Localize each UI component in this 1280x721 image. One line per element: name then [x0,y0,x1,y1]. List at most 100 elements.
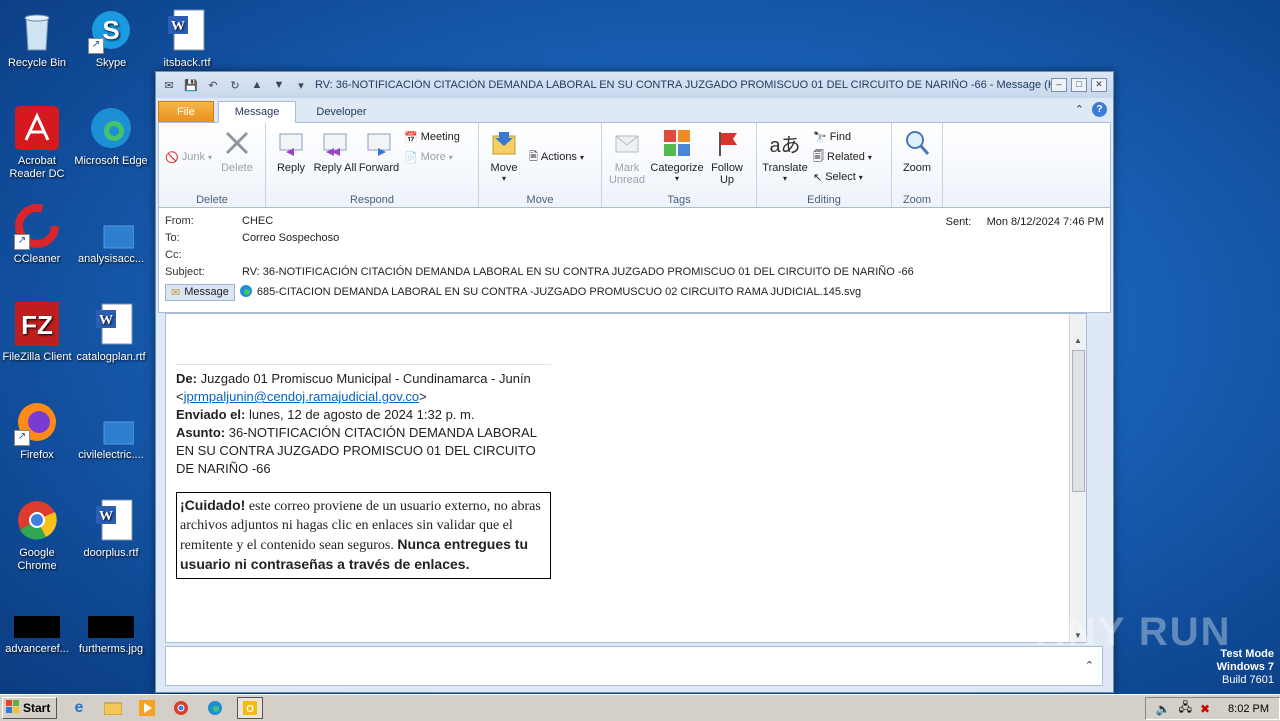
to-value[interactable]: Correo Sospechoso [242,232,339,244]
desktop-icon-civilelectric[interactable]: civilelectric.... [74,400,148,462]
tab-file[interactable]: File [158,101,214,122]
next-item-icon[interactable]: ▼ [271,77,287,93]
asunto-value: 36-NOTIFICACIÓN CITACIÓN DEMANDA LABORAL… [176,425,537,476]
desktop-icon-acrobat[interactable]: Acrobat Reader DC [0,106,74,181]
desktop-icon-catalogplan[interactable]: W catalogplan.rtf [74,302,148,364]
select-button[interactable]: ↖ Select ▾ [813,167,872,187]
volume-icon[interactable]: 🔈 [1156,702,1171,716]
black-thumbnail-icon [88,614,134,640]
chevron-down-icon: ▾ [867,152,872,162]
maximize-button[interactable]: □ [1071,78,1087,92]
desktop-icon-chrome[interactable]: Google Chrome [0,498,74,573]
more-button[interactable]: 📄 More ▾ [404,147,460,167]
desktop-icon-ccleaner[interactable]: ↗ CCleaner [0,204,74,266]
desktop-icon-recycle-bin[interactable]: Recycle Bin [0,8,74,70]
file-explorer-icon[interactable] [101,698,125,718]
media-player-icon[interactable] [135,698,159,718]
desktop-icon-label: Google Chrome [17,547,57,572]
customize-qat-icon[interactable]: ▾ [293,77,309,93]
acrobat-icon [14,106,60,152]
chrome-icon [14,498,60,544]
windows-logo-icon [6,699,20,717]
undo-icon[interactable]: ↶ [205,77,221,93]
windows-version-text: Windows 7 [1216,661,1274,673]
previous-item-icon[interactable]: ▲ [249,77,265,93]
sent-info: Sent: Mon 8/12/2024 7:46 PM [946,216,1104,228]
chrome-taskbar-icon[interactable] [169,698,193,718]
blank-file-icon [88,204,135,250]
desktop-icon-skype[interactable]: S ↗ Skype [74,8,148,70]
desktop-icon-edge[interactable]: Microsoft Edge [74,106,148,168]
tab-message[interactable]: Message [217,101,297,123]
group-label: Move [526,194,554,206]
scroll-up-arrow-icon[interactable]: ▲ [1070,336,1086,345]
svg-text:W: W [99,313,113,328]
binoculars-icon: 🔭 [813,131,827,144]
move-folder-icon [488,127,520,159]
recycle-bin-icon [14,8,60,54]
edge-taskbar-icon[interactable] [203,698,227,718]
people-pane: ⌃ [165,646,1103,686]
clock[interactable]: 8:02 PM [1228,703,1269,715]
security-warning: ¡Cuidado! este correo proviene de un usu… [176,492,551,579]
warning-bold: ¡Cuidado! [180,497,246,513]
desktop-icon-advanceref[interactable]: advanceref... [0,614,74,656]
desktop-icon-itsback[interactable]: W itsback.rtf [150,8,224,70]
taskbar: Start e O 🔈 🖧 ✖ 8:02 PM [0,694,1280,721]
quick-access-toolbar: ✉ 💾 ↶ ↻ ▲ ▼ ▾ [156,77,309,93]
subject-label: Subject: [165,265,205,278]
desktop-icon-label: analysisacc... [77,253,145,265]
find-button[interactable]: 🔭 Find [813,127,872,147]
desktop-icon-analysisacc[interactable]: analysisacc... [74,204,148,266]
desktop-icon-label: Recycle Bin [7,57,67,69]
from-value[interactable]: CHEC [242,215,273,227]
message-chip[interactable]: ✉ Message [165,283,235,301]
network-icon[interactable]: 🖧 [1179,698,1192,719]
desktop-icon-filezilla[interactable]: FZ FileZilla Client [0,302,74,364]
outlook-taskbar-icon[interactable]: O [237,697,263,719]
subject-value: RV: 36-NOTIFICACIÓN CITACIÓN DEMANDA LAB… [242,265,914,278]
desktop-icon-label: furtherms.jpg [78,643,144,655]
expand-people-pane-icon[interactable]: ⌃ [1085,659,1094,672]
email-open: < [176,389,184,404]
reply-all-icon [319,127,351,159]
desktop-icon-furtherms[interactable]: furtherms.jpg [74,614,148,656]
collapse-ribbon-icon[interactable]: ⌃ [1075,103,1084,116]
meeting-button[interactable]: 📅 Meeting [404,127,460,147]
desktop-icon-label: catalogplan.rtf [76,351,146,363]
word-document-icon: W [88,302,134,348]
word-document-icon: W [164,8,210,54]
minimize-button[interactable]: – [1051,78,1067,92]
desktop-icon-doorplus[interactable]: W doorplus.rtf [74,498,148,560]
svg-text:FZ: FZ [21,310,53,340]
chevron-down-icon: ▾ [207,152,212,162]
internet-explorer-icon[interactable]: e [67,698,91,718]
group-move: Move ▾ 🗎 Actions ▾ Move [479,123,602,207]
desktop-icon-label: Skype [95,57,127,69]
message-body: De: Juzgado 01 Promiscuo Municipal - Cun… [165,313,1087,643]
enviado-value: lunes, 12 de agosto de 2024 1:32 p. m. [245,407,475,422]
related-button[interactable]: 🗐 Related ▾ [813,147,872,167]
desktop-icon-firefox[interactable]: ↗ Firefox [0,400,74,462]
redo-icon[interactable]: ↻ [227,77,243,93]
tab-developer[interactable]: Developer [300,102,382,122]
start-button[interactable]: Start [2,697,57,719]
vertical-scrollbar[interactable]: ▲ ▼ [1069,314,1086,642]
save-icon[interactable]: 💾 [183,77,199,93]
filezilla-icon: FZ [14,302,60,348]
help-icon[interactable]: ? [1092,102,1107,117]
title-bar: ✉ 💾 ↶ ↻ ▲ ▼ ▾ RV: 36-NOTIFICACIÓN CITACI… [156,72,1113,98]
email-close: > [419,389,427,404]
window-title: RV: 36-NOTIFICACIÓN CITACIÓN DEMANDA LAB… [315,79,1051,91]
to-label: To: [165,231,180,244]
group-label: Respond [349,194,395,206]
sender-email-link[interactable]: jprmpaljunin@cendoj.ramajudicial.gov.co [184,389,420,404]
actions-button[interactable]: 🗎 Actions ▾ [529,147,584,167]
junk-button[interactable]: 🚫 Junk ▾ [165,147,212,167]
word-document-icon: W [88,498,134,544]
sent-label: Sent: [945,216,972,228]
scrollbar-thumb[interactable] [1072,350,1085,492]
attachment-file[interactable]: 685-CITACION DEMANDA LABORAL EN SU CONTR… [257,286,861,298]
flag-tray-icon[interactable]: ✖ [1200,702,1210,716]
close-button[interactable]: ✕ [1091,78,1107,92]
